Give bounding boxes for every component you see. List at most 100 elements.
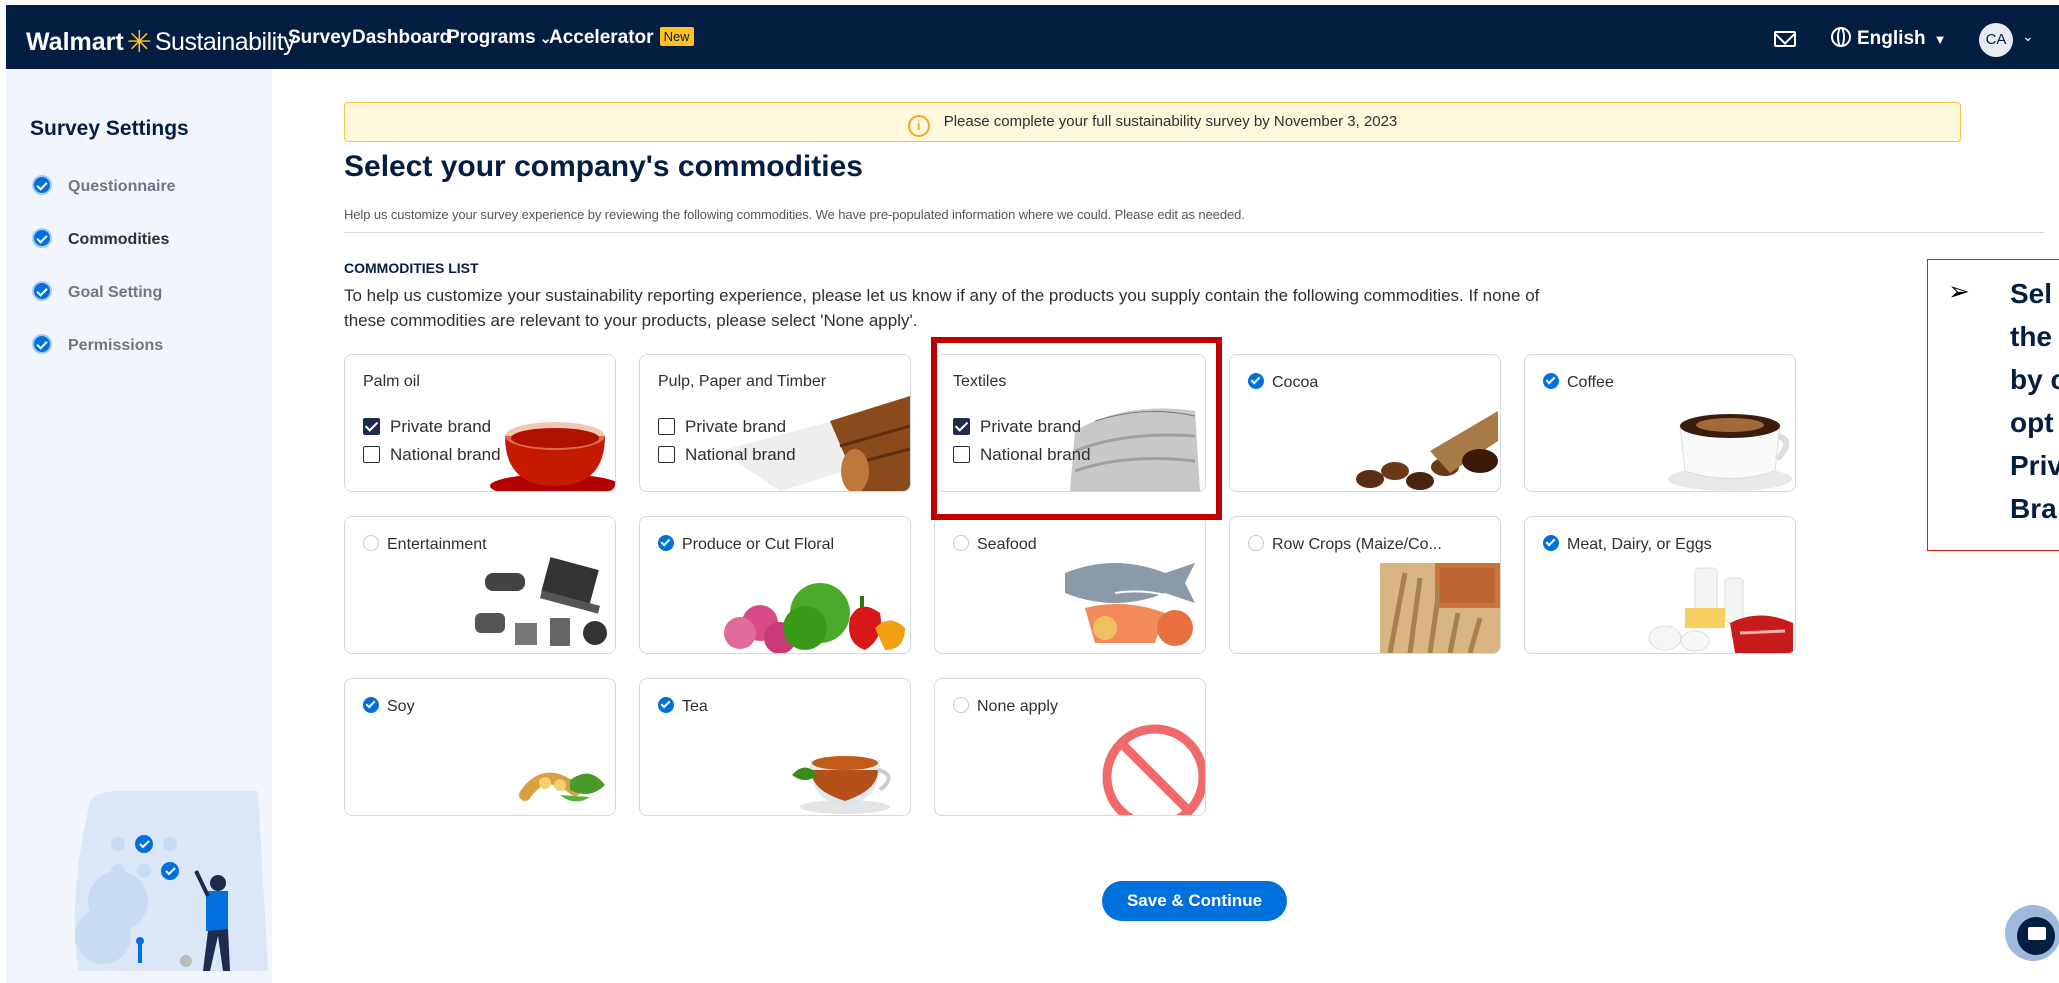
- commodity-card-soy[interactable]: Soy: [344, 678, 616, 816]
- commodity-card-none-apply[interactable]: None apply: [934, 678, 1206, 816]
- commodity-card-entertainment[interactable]: Entertainment: [344, 516, 616, 654]
- seafood-image: [1065, 563, 1195, 646]
- nav-survey[interactable]: Survey: [288, 27, 351, 49]
- sidebar-item-questionnaire[interactable]: Questionnaire: [32, 175, 176, 196]
- commodity-name: Meat, Dairy, or Eggs: [1543, 535, 1712, 554]
- timber-image: [720, 396, 910, 491]
- sidebar-item-commodities[interactable]: Commodities: [32, 228, 169, 249]
- language-selector[interactable]: English ▼: [1831, 27, 1947, 50]
- sidebar-item-permissions[interactable]: Permissions: [32, 334, 163, 355]
- produce-image: [724, 583, 905, 653]
- dairy-image: [1648, 567, 1793, 653]
- section-heading: COMMODITIES LIST: [344, 260, 479, 276]
- nav-accelerator[interactable]: Accelerator New: [549, 27, 694, 49]
- checkbox-checked[interactable]: [953, 418, 970, 435]
- nav-dashboard[interactable]: Dashboard: [352, 27, 451, 49]
- commodity-card-coffee[interactable]: Coffee: [1524, 354, 1796, 492]
- commodity-card-seafood[interactable]: Seafood: [934, 516, 1206, 654]
- divider: [344, 232, 2044, 233]
- selected-check-icon: [658, 535, 674, 551]
- walmart-sustainability-logo[interactable]: Walmart ✳ Sustainability: [26, 23, 296, 59]
- selected-check-icon: [1248, 373, 1264, 389]
- chat-bubble-icon: [2028, 927, 2046, 940]
- checkbox-unchecked[interactable]: [658, 446, 675, 463]
- nav-accelerator-label: Accelerator: [549, 27, 654, 48]
- prohibited-icon: [1102, 724, 1205, 815]
- unselected-radio-icon: [363, 535, 379, 551]
- commodity-card-cocoa[interactable]: Cocoa: [1229, 354, 1501, 492]
- language-label: English: [1857, 28, 1926, 49]
- private-brand-option[interactable]: Private brand: [363, 417, 491, 437]
- palm-oil-image: [490, 422, 615, 491]
- private-brand-option[interactable]: Private brand: [658, 417, 786, 437]
- commodity-name: Pulp, Paper and Timber: [658, 373, 827, 390]
- commodity-card-produce-cut-floral[interactable]: Produce or Cut Floral: [639, 516, 911, 654]
- commodity-name: Produce or Cut Floral: [658, 535, 834, 554]
- page-subtitle: Help us customize your survey experience…: [344, 207, 1245, 222]
- option-label: Private brand: [685, 417, 787, 436]
- national-brand-option[interactable]: National brand: [658, 445, 796, 465]
- mail-icon[interactable]: [1774, 31, 1796, 47]
- commodity-card-row-crops[interactable]: Row Crops (Maize/Co...: [1229, 516, 1501, 654]
- checkbox-checked[interactable]: [363, 418, 380, 435]
- commodity-label: Soy: [387, 698, 415, 715]
- national-brand-option[interactable]: National brand: [363, 445, 501, 465]
- commodity-name: Cocoa: [1248, 373, 1318, 392]
- checkbox-unchecked[interactable]: [658, 418, 675, 435]
- option-label: Private brand: [390, 417, 492, 436]
- coffee-image: [1668, 414, 1792, 491]
- commodity-label: Tea: [682, 698, 708, 715]
- checkbox-unchecked[interactable]: [953, 446, 970, 463]
- nav-programs[interactable]: Programs ⌄: [447, 27, 551, 49]
- checkbox-unchecked[interactable]: [363, 446, 380, 463]
- commodity-name: Seafood: [953, 535, 1037, 554]
- option-label: Private brand: [980, 417, 1082, 436]
- commodity-label: Row Crops (Maize/Co...: [1272, 536, 1442, 553]
- selected-check-icon: [363, 697, 379, 713]
- sidebar-item-goal-setting[interactable]: Goal Setting: [32, 281, 162, 302]
- option-label: National brand: [685, 445, 796, 464]
- commodity-name: Row Crops (Maize/Co...: [1248, 535, 1442, 554]
- banner-text: Please complete your full sustainability…: [943, 113, 1398, 130]
- sidebar-item-label: Commodities: [68, 231, 170, 248]
- nav-programs-label: Programs: [447, 27, 536, 48]
- commodity-card-pulp-paper-timber[interactable]: Pulp, Paper and Timber Private brand Nat…: [639, 354, 911, 492]
- option-label: National brand: [980, 445, 1091, 464]
- commodity-name: Coffee: [1543, 373, 1614, 392]
- private-brand-option[interactable]: Private brand: [953, 417, 1081, 437]
- check-circle-icon: [32, 334, 52, 354]
- instruction-callout: ➢ Sel the by c opt Priv Bra: [1927, 259, 2059, 551]
- section-description: To help us customize your sustainability…: [344, 286, 1540, 330]
- commodity-name: None apply: [953, 697, 1058, 716]
- selected-check-icon: [658, 697, 674, 713]
- commodity-label: Seafood: [977, 536, 1037, 553]
- sidebar-illustration: [74, 791, 269, 971]
- sidebar-item-label: Questionnaire: [68, 178, 176, 195]
- unselected-radio-icon: [1248, 535, 1264, 551]
- avatar-chevron-down-icon[interactable]: ⌄: [2022, 28, 2034, 45]
- selected-check-icon: [1543, 535, 1559, 551]
- selected-check-icon: [1543, 373, 1559, 389]
- commodity-label: Cocoa: [1272, 374, 1319, 391]
- survey-settings-sidebar: Survey Settings Questionnaire Commoditie…: [6, 69, 272, 983]
- deadline-banner: i Please complete your full sustainabilit…: [344, 102, 1961, 142]
- arrow-bullet-icon: ➢: [1948, 276, 1970, 306]
- commodity-card-meat-dairy-eggs[interactable]: Meat, Dairy, or Eggs: [1524, 516, 1796, 654]
- commodity-name: Soy: [363, 697, 415, 716]
- check-circle-icon: [32, 175, 52, 195]
- soy-image: [519, 772, 605, 802]
- commodity-label: Meat, Dairy, or Eggs: [1567, 536, 1712, 553]
- sidebar-item-label: Goal Setting: [68, 284, 163, 301]
- commodity-card-tea[interactable]: Tea: [639, 678, 911, 816]
- commodity-label: None apply: [977, 698, 1058, 715]
- avatar[interactable]: CA: [1979, 23, 2013, 57]
- check-circle-icon: [32, 281, 52, 301]
- commodity-card-palm-oil[interactable]: Palm oil Private brand National brand: [344, 354, 616, 492]
- commodity-name: Palm oil: [363, 373, 420, 390]
- globe-icon: [1831, 27, 1851, 47]
- caret-down-icon: ▼: [1933, 32, 1947, 47]
- national-brand-option[interactable]: National brand: [953, 445, 1091, 465]
- new-badge: New: [659, 27, 694, 46]
- walmart-spark-icon: ✳: [126, 26, 152, 59]
- save-continue-button[interactable]: Save & Continue: [1102, 881, 1287, 921]
